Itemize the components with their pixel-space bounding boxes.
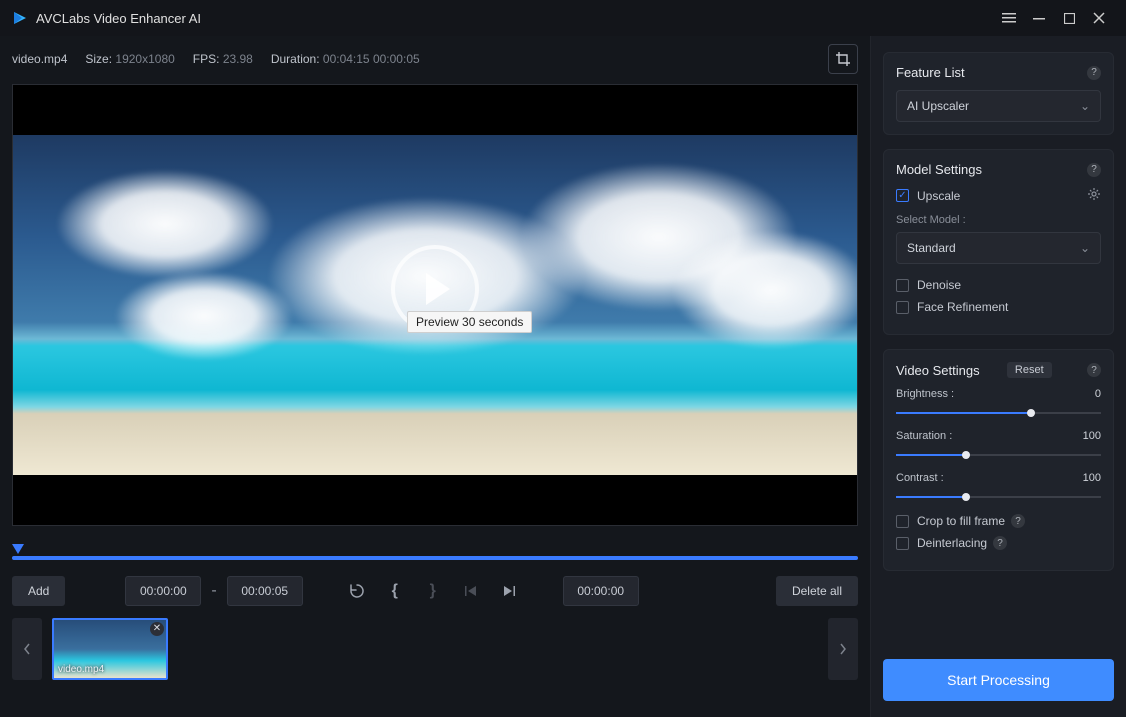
face-refinement-checkbox[interactable] (896, 301, 909, 314)
select-model-label: Select Model : (896, 214, 1101, 226)
upscale-label: Upscale (917, 189, 960, 203)
duration-value: 00:04:15 (323, 52, 370, 66)
cursor-time: 00:00:05 (373, 52, 420, 66)
saturation-label: Saturation : (896, 430, 952, 442)
model-select-value: Standard (907, 241, 956, 255)
thumb-label: video.mp4 (58, 664, 104, 675)
brightness-value: 0 (1095, 388, 1101, 400)
model-select[interactable]: Standard ⌄ (896, 232, 1101, 264)
dash-separator: - (211, 582, 216, 600)
help-icon[interactable]: ? (1087, 66, 1101, 80)
add-button[interactable]: Add (12, 576, 65, 606)
fps-label: FPS: (193, 52, 220, 66)
upscale-checkbox[interactable] (896, 189, 909, 202)
maximize-icon[interactable] (1054, 3, 1084, 33)
deinterlacing-label: Deinterlacing (917, 536, 987, 550)
video-preview: Preview 30 seconds (12, 84, 858, 526)
help-icon[interactable]: ? (1087, 163, 1101, 177)
saturation-value: 100 (1083, 430, 1101, 442)
thumb-next-button[interactable] (828, 618, 858, 680)
trim-end-input[interactable]: 00:00:05 (227, 576, 303, 606)
contrast-value: 100 (1083, 472, 1101, 484)
duration-label: Duration: (271, 52, 320, 66)
model-settings-title: Model Settings (896, 162, 982, 177)
feature-select[interactable]: AI Upscaler ⌄ (896, 90, 1101, 122)
controls-row: Add 00:00:00 - 00:00:05 { } 00:00:00 Del… (12, 576, 858, 606)
brightness-label: Brightness : (896, 388, 954, 400)
feature-list-panel: Feature List ? AI Upscaler ⌄ (883, 52, 1114, 135)
video-settings-panel: Video Settings Reset ? Brightness : 0 Sat… (883, 349, 1114, 571)
preview-tooltip: Preview 30 seconds (407, 311, 532, 333)
timeline[interactable] (12, 544, 858, 560)
file-meta-row: video.mp4 Size: 1920x1080 FPS: 23.98 Dur… (8, 36, 862, 84)
crop-fill-checkbox[interactable] (896, 515, 909, 528)
app-title: AVCLabs Video Enhancer AI (36, 11, 201, 26)
fps-value: 23.98 (223, 52, 253, 66)
bracket-left-icon[interactable]: { (381, 577, 409, 605)
denoise-checkbox[interactable] (896, 279, 909, 292)
trim-start-input[interactable]: 00:00:00 (125, 576, 201, 606)
delete-all-button[interactable]: Delete all (776, 576, 858, 606)
contrast-label: Contrast : (896, 472, 944, 484)
help-icon[interactable]: ? (1087, 363, 1101, 377)
video-settings-title: Video Settings (896, 363, 980, 378)
feature-select-value: AI Upscaler (907, 99, 969, 113)
filename-label: video.mp4 (12, 52, 67, 66)
contrast-slider[interactable] (896, 490, 1101, 504)
brightness-slider[interactable] (896, 406, 1101, 420)
minimize-icon[interactable] (1024, 3, 1054, 33)
feature-list-title: Feature List (896, 65, 965, 80)
menu-icon[interactable] (994, 3, 1024, 33)
timeline-marker-icon[interactable] (12, 544, 24, 554)
bracket-right-icon: } (419, 577, 447, 605)
thumb-remove-icon[interactable]: ✕ (150, 622, 164, 636)
main-area: video.mp4 Size: 1920x1080 FPS: 23.98 Dur… (0, 36, 870, 717)
chevron-down-icon: ⌄ (1080, 99, 1090, 113)
settings-sidebar: Feature List ? AI Upscaler ⌄ Model Setti… (870, 36, 1126, 717)
video-thumbnail[interactable]: ✕ video.mp4 (52, 618, 168, 680)
thumb-prev-button[interactable] (12, 618, 42, 680)
saturation-slider[interactable] (896, 448, 1101, 462)
start-processing-button[interactable]: Start Processing (883, 659, 1114, 701)
current-time-input[interactable]: 00:00:00 (563, 576, 639, 606)
reset-button[interactable]: Reset (1007, 362, 1052, 378)
title-bar: AVCLabs Video Enhancer AI (0, 0, 1126, 36)
crop-fill-label: Crop to fill frame (917, 514, 1005, 528)
prev-frame-icon (457, 577, 485, 605)
gear-icon[interactable] (1087, 187, 1101, 204)
face-refinement-label: Face Refinement (917, 300, 1008, 314)
crop-button[interactable] (828, 44, 858, 74)
app-logo-icon (12, 10, 28, 26)
model-settings-panel: Model Settings ? Upscale Select Model : … (883, 149, 1114, 335)
denoise-label: Denoise (917, 278, 961, 292)
thumbnail-row: ✕ video.mp4 (12, 618, 858, 680)
next-frame-icon[interactable] (495, 577, 523, 605)
size-value: 1920x1080 (115, 52, 174, 66)
undo-icon[interactable] (343, 577, 371, 605)
help-icon[interactable]: ? (993, 536, 1007, 550)
size-label: Size: (85, 52, 112, 66)
close-icon[interactable] (1084, 3, 1114, 33)
chevron-down-icon: ⌄ (1080, 241, 1090, 255)
deinterlacing-checkbox[interactable] (896, 537, 909, 550)
help-icon[interactable]: ? (1011, 514, 1025, 528)
